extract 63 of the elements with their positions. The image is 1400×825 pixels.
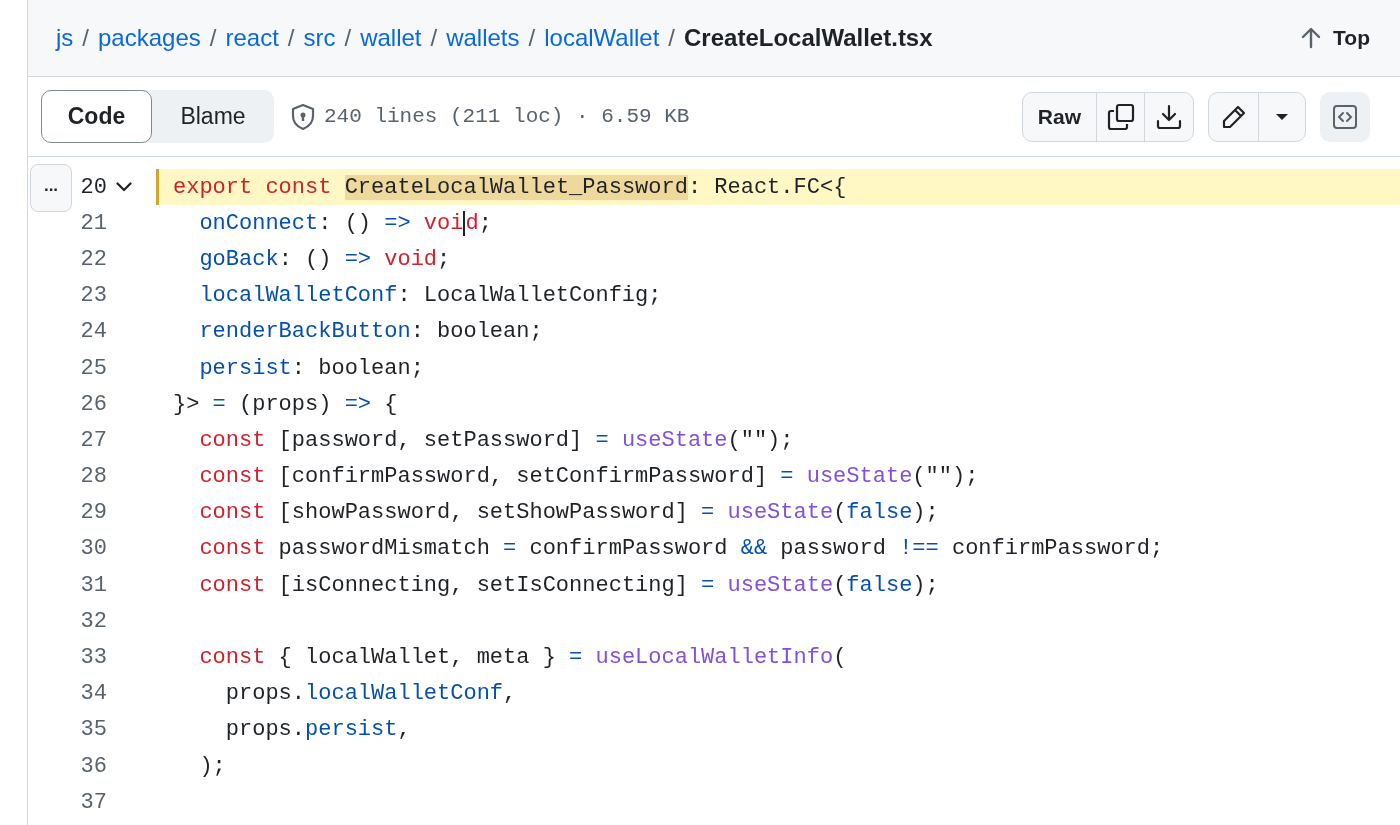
line-number[interactable]: 32 bbox=[80, 604, 107, 638]
breadcrumb-link[interactable]: wallets bbox=[446, 20, 520, 56]
line-number[interactable]: 23 bbox=[80, 279, 107, 313]
file-name: CreateLocalWallet.tsx bbox=[684, 23, 933, 53]
breadcrumb-link[interactable]: js bbox=[56, 20, 74, 56]
breadcrumb-separator: / bbox=[430, 23, 438, 53]
line-number[interactable]: 21 bbox=[80, 206, 107, 240]
code-line: renderBackButton: boolean; bbox=[198, 318, 543, 347]
line-number[interactable]: 26 bbox=[80, 387, 107, 421]
symbols-button[interactable] bbox=[1320, 91, 1370, 142]
breadcrumb-separator: / bbox=[344, 23, 352, 53]
code-line: goBack: () => void; bbox=[198, 245, 451, 274]
code-line: const [password, setPassword] = useState(""); bbox=[198, 426, 794, 455]
line-number[interactable]: 35 bbox=[80, 713, 107, 747]
download-icon bbox=[1156, 103, 1182, 130]
code-line: const [showPassword, setShowPassword] = useState(false); bbox=[198, 499, 939, 528]
breadcrumb-link[interactable]: src bbox=[303, 20, 336, 56]
code-line: const { localWallet, meta } = useLocalWalletInfo( bbox=[198, 644, 847, 673]
line-number[interactable]: 36 bbox=[80, 749, 107, 783]
pencil-icon bbox=[1220, 103, 1247, 130]
code-line: const [confirmPassword, setConfirmPassword] = useState(""); bbox=[198, 463, 979, 492]
code-square-icon bbox=[1332, 103, 1358, 130]
line-number[interactable]: 20 bbox=[80, 170, 107, 204]
chevron-down-icon[interactable] bbox=[116, 182, 132, 193]
view-tab[interactable]: Blame bbox=[152, 90, 274, 143]
code-line: localWalletConf: LocalWalletConfig; bbox=[198, 282, 662, 311]
breadcrumb-link[interactable]: wallet bbox=[360, 20, 422, 56]
expand-button[interactable]: ... bbox=[30, 164, 72, 212]
file-info: 240 lines (211 loc) · 6.59 KB bbox=[324, 103, 690, 130]
top-link[interactable]: Top bbox=[1301, 22, 1370, 54]
line-number[interactable]: 33 bbox=[80, 641, 107, 675]
shield-icon bbox=[290, 102, 316, 131]
line-number[interactable]: 22 bbox=[80, 242, 107, 276]
code-line: props.localWalletConf, bbox=[224, 680, 517, 709]
breadcrumb-link[interactable]: packages bbox=[98, 20, 201, 56]
line-number[interactable]: 29 bbox=[80, 496, 107, 530]
arrow-up-icon bbox=[1301, 27, 1322, 49]
line-number[interactable]: 37 bbox=[80, 785, 107, 819]
line-number[interactable]: 34 bbox=[80, 677, 107, 711]
line-number[interactable]: 31 bbox=[80, 568, 107, 602]
code-line: persist: boolean; bbox=[198, 354, 424, 383]
code-line: ); bbox=[198, 752, 226, 781]
caret-down-icon bbox=[1275, 112, 1289, 121]
copy-icon bbox=[1106, 102, 1135, 131]
code-line: onConnect: () => void; bbox=[198, 209, 492, 238]
breadcrumb-link[interactable]: react bbox=[225, 20, 279, 56]
line-number[interactable]: 28 bbox=[80, 460, 107, 494]
line-number[interactable]: 25 bbox=[80, 351, 107, 385]
breadcrumb-separator: / bbox=[82, 23, 89, 53]
code-line: export const CreateLocalWallet_Password: React.FC<{ bbox=[173, 173, 847, 202]
line-number[interactable]: 27 bbox=[80, 423, 107, 457]
code-line: }> = (props) => { bbox=[173, 390, 398, 419]
code-line: const passwordMismatch = confirmPassword && password !== confirmPassword; bbox=[198, 535, 1164, 564]
breadcrumb-separator: / bbox=[668, 23, 676, 53]
line-number[interactable]: 30 bbox=[80, 532, 107, 566]
code-line: props.persist, bbox=[224, 716, 411, 745]
breadcrumb-separator: / bbox=[528, 23, 536, 53]
view-tab[interactable]: Code bbox=[41, 90, 152, 143]
line-number[interactable]: 24 bbox=[80, 315, 107, 349]
breadcrumb-link[interactable]: localWallet bbox=[544, 20, 660, 56]
breadcrumb-separator: / bbox=[209, 23, 217, 53]
code-line: const [isConnecting, setIsConnecting] = useState(false); bbox=[198, 571, 939, 600]
breadcrumb-separator: / bbox=[287, 23, 295, 53]
